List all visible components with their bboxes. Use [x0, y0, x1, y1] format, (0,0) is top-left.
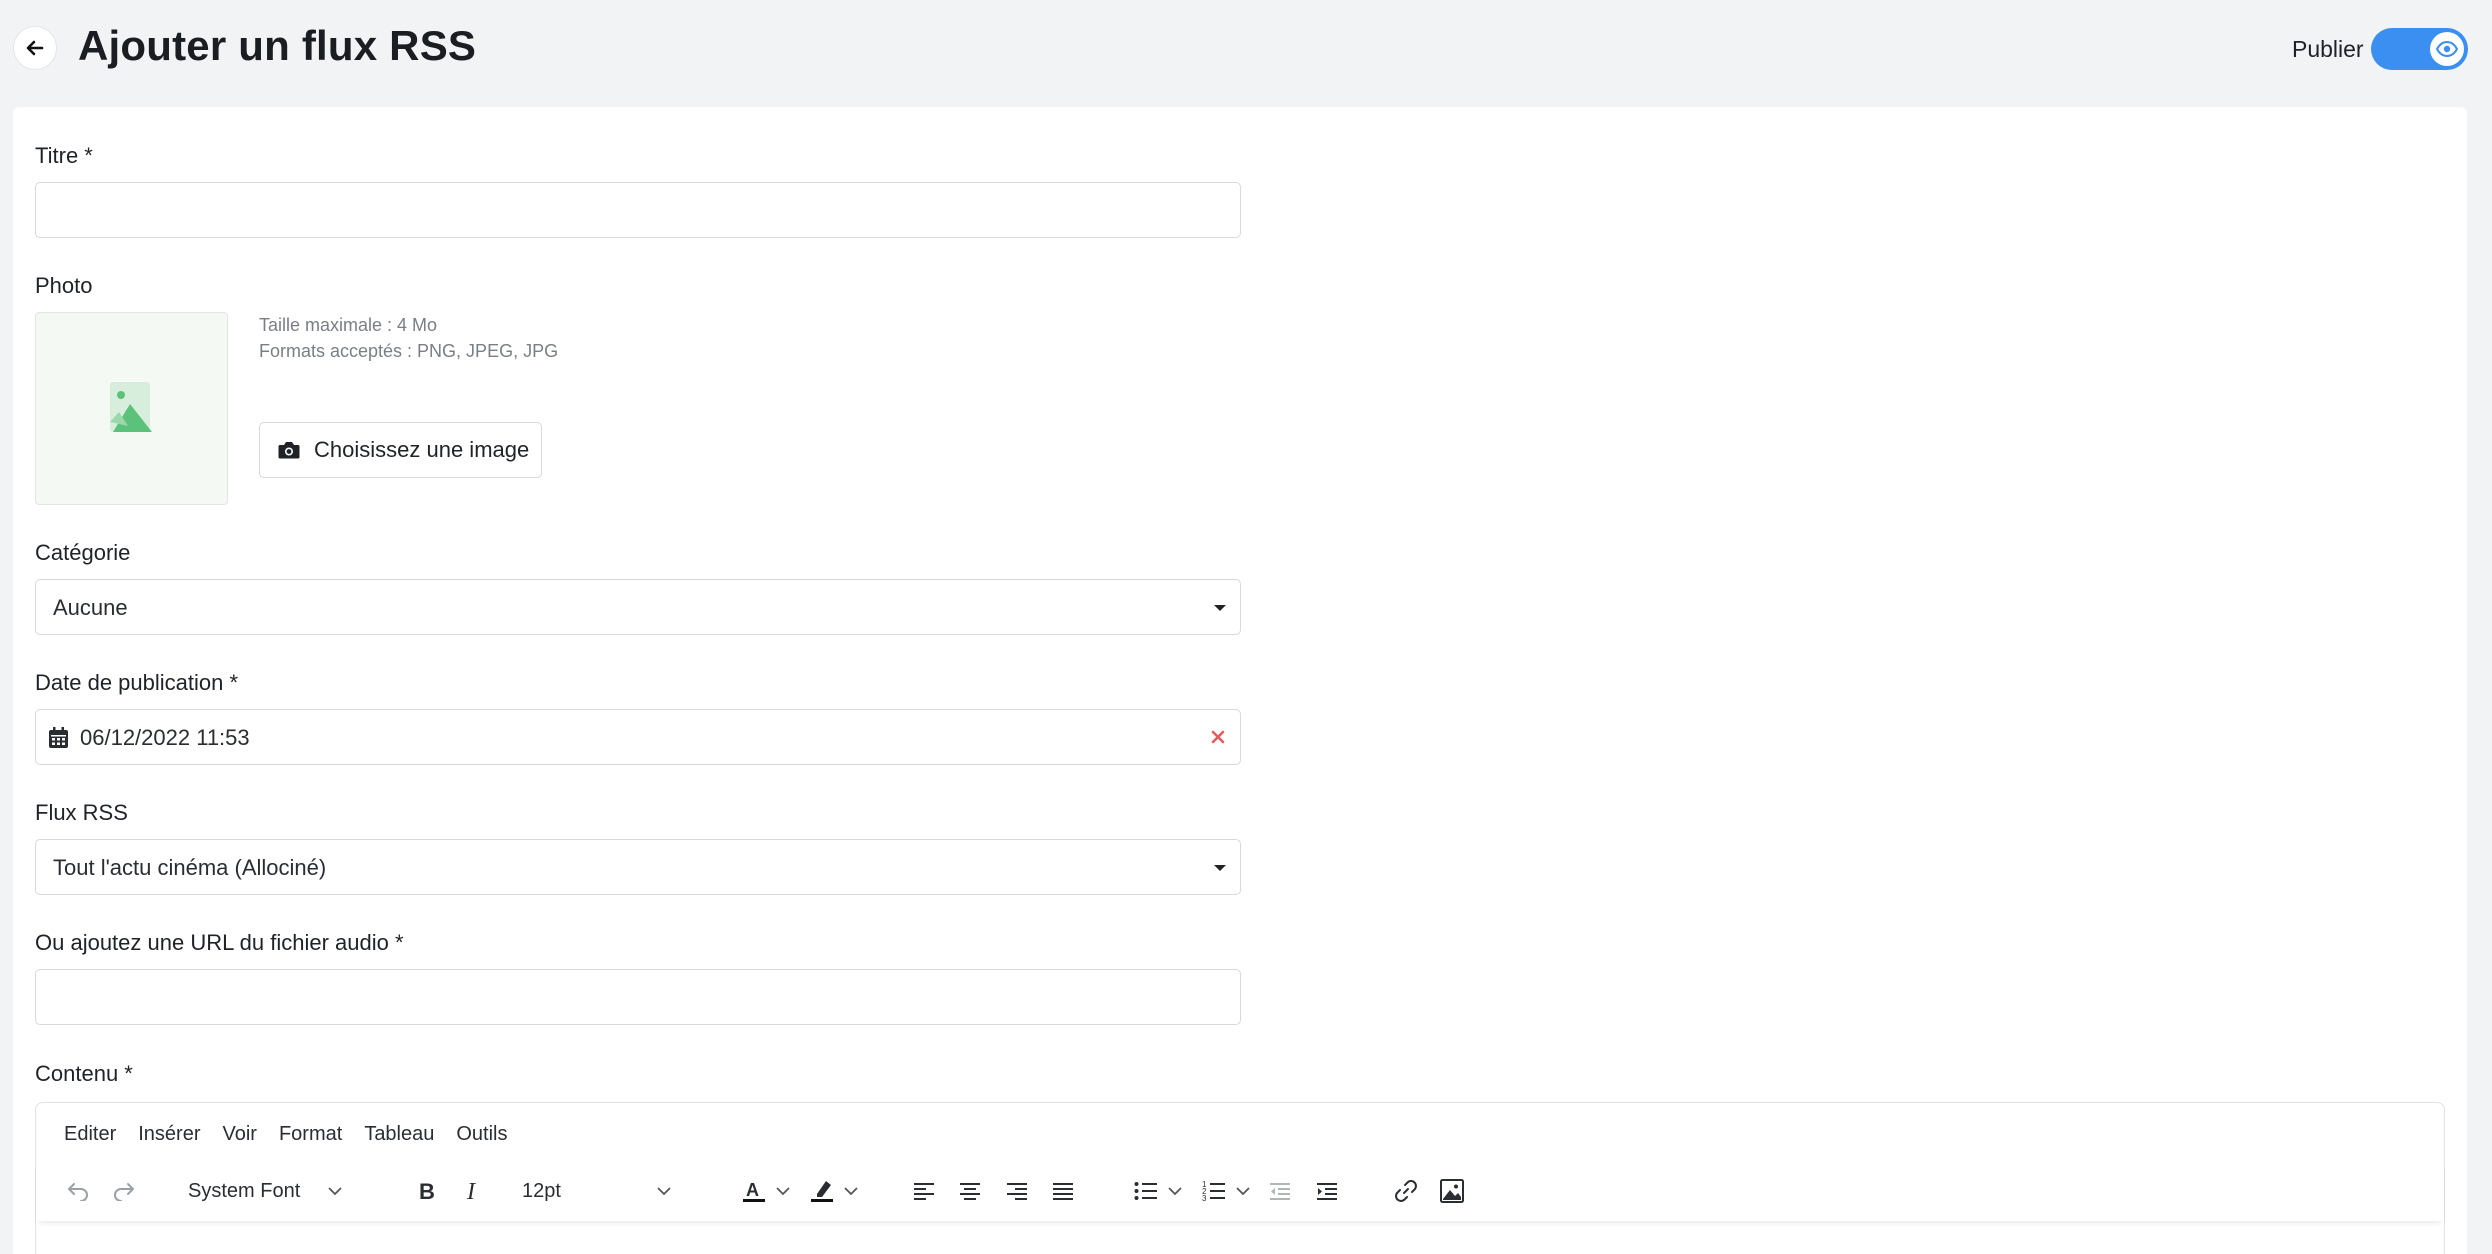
category-value: Aucune — [53, 595, 128, 620]
category-label: Catégorie — [35, 540, 131, 565]
choose-image-button[interactable]: Choisissez une image — [259, 422, 542, 478]
menu-format[interactable]: Format — [279, 1123, 342, 1146]
clear-icon[interactable] — [1211, 730, 1225, 744]
undo-icon — [68, 1183, 88, 1201]
font-family-select[interactable]: System Font — [188, 1161, 360, 1221]
photo-size-hint: Taille maximale : 4 Mo — [259, 315, 438, 335]
photo-label: Photo — [35, 273, 93, 298]
bold-icon: B — [419, 1180, 435, 1202]
indent-button[interactable] — [1309, 1161, 1345, 1221]
back-button[interactable] — [13, 26, 57, 70]
category-select[interactable]: Aucune — [35, 579, 1241, 635]
image-placeholder-icon — [109, 381, 152, 432]
menu-inserer[interactable]: Insérer — [138, 1123, 200, 1146]
svg-text:A: A — [746, 1180, 759, 1200]
insert-link-button[interactable] — [1388, 1161, 1424, 1221]
redo-button[interactable] — [106, 1161, 142, 1221]
form-card: Titre * Photo Taille maximale : 4 Mo For… — [13, 107, 2467, 1254]
svg-text:B: B — [419, 1180, 435, 1202]
choose-image-label: Choisissez une image — [314, 437, 530, 462]
text-color-icon: A — [743, 1180, 765, 1202]
bold-button[interactable]: B — [408, 1161, 444, 1221]
font-size-select[interactable]: 12pt — [522, 1161, 692, 1221]
align-center-icon — [960, 1183, 980, 1200]
date-input[interactable]: 06/12/2022 11:53 — [35, 709, 1241, 765]
camera-icon — [278, 442, 300, 459]
bullet-list-button[interactable] — [1128, 1161, 1164, 1221]
content-label: Contenu * — [35, 1061, 133, 1086]
calendar-icon — [49, 727, 68, 748]
highlight-button[interactable] — [804, 1161, 840, 1221]
align-justify-button[interactable] — [1045, 1161, 1081, 1221]
outdent-icon — [1270, 1183, 1290, 1200]
editor-menubar: Editer Insérer Voir Format Tableau Outil… — [64, 1123, 530, 1146]
audio-url-label: Ou ajoutez une URL du fichier audio * — [35, 930, 404, 955]
text-color-dropdown[interactable] — [772, 1161, 794, 1221]
svg-text:3: 3 — [1202, 1194, 1207, 1202]
italic-button[interactable]: I — [454, 1161, 490, 1221]
align-left-button[interactable] — [906, 1161, 942, 1221]
audio-url-input[interactable] — [35, 969, 1241, 1025]
chevron-down-icon — [776, 1186, 790, 1195]
date-label: Date de publication * — [35, 670, 239, 695]
indent-icon — [1317, 1183, 1337, 1200]
rss-value: Tout l'actu cinéma (Allociné) — [53, 855, 327, 880]
numbered-list-dropdown[interactable] — [1232, 1161, 1254, 1221]
rss-select[interactable]: Tout l'actu cinéma (Allociné) — [35, 839, 1241, 895]
menu-tableau[interactable]: Tableau — [364, 1123, 434, 1146]
align-right-icon — [1007, 1183, 1027, 1200]
menu-outils[interactable]: Outils — [456, 1123, 507, 1146]
align-left-icon — [914, 1183, 934, 1200]
eye-icon — [2436, 41, 2458, 57]
font-family-value: System Font — [188, 1179, 301, 1202]
photo-formats-hint: Formats acceptés : PNG, JPEG, JPG — [259, 341, 559, 361]
align-justify-icon — [1053, 1183, 1073, 1200]
menu-editer[interactable]: Editer — [64, 1123, 116, 1146]
align-right-button[interactable] — [999, 1161, 1035, 1221]
chevron-down-icon — [1214, 605, 1226, 611]
chevron-down-icon — [1168, 1186, 1182, 1195]
title-input[interactable] — [35, 182, 1241, 238]
publish-label: Publier — [2292, 36, 2364, 62]
italic-icon: I — [466, 1180, 476, 1202]
bullet-list-icon — [1134, 1182, 1157, 1200]
chevron-down-icon — [1214, 865, 1226, 871]
arrow-left-icon — [26, 40, 44, 56]
image-icon — [1440, 1179, 1464, 1203]
insert-image-button[interactable] — [1434, 1161, 1470, 1221]
chevron-down-icon — [328, 1186, 342, 1195]
numbered-list-button[interactable]: 1 2 3 — [1196, 1161, 1232, 1221]
publish-toggle[interactable] — [2371, 28, 2468, 70]
align-center-button[interactable] — [952, 1161, 988, 1221]
highlight-dropdown[interactable] — [840, 1161, 862, 1221]
undo-button[interactable] — [60, 1161, 96, 1221]
page-title: Ajouter un flux RSS — [78, 22, 477, 69]
bullet-list-dropdown[interactable] — [1164, 1161, 1186, 1221]
svg-text:I: I — [466, 1180, 476, 1202]
link-icon — [1395, 1180, 1417, 1202]
photo-preview[interactable] — [35, 312, 228, 505]
font-size-value: 12pt — [522, 1179, 561, 1202]
rss-label: Flux RSS — [35, 800, 128, 825]
text-color-button[interactable]: A — [736, 1161, 772, 1221]
toggle-knob — [2430, 32, 2464, 66]
menu-voir[interactable]: Voir — [223, 1123, 257, 1146]
highlight-icon — [811, 1181, 833, 1202]
editor-toolbar: System Font B I 12pt A 1 2 3 — [36, 1161, 2444, 1221]
numbered-list-icon: 1 2 3 — [1202, 1180, 1225, 1202]
page-header: Ajouter un flux RSS Publier — [0, 0, 2492, 100]
rich-text-editor[interactable]: Editer Insérer Voir Format Tableau Outil… — [35, 1102, 2445, 1254]
redo-icon — [114, 1183, 134, 1201]
chevron-down-icon — [1236, 1186, 1250, 1195]
chevron-down-icon — [657, 1186, 671, 1195]
chevron-down-icon — [844, 1186, 858, 1195]
outdent-button[interactable] — [1262, 1161, 1298, 1221]
title-label: Titre * — [35, 143, 93, 168]
date-value: 06/12/2022 11:53 — [80, 725, 250, 750]
